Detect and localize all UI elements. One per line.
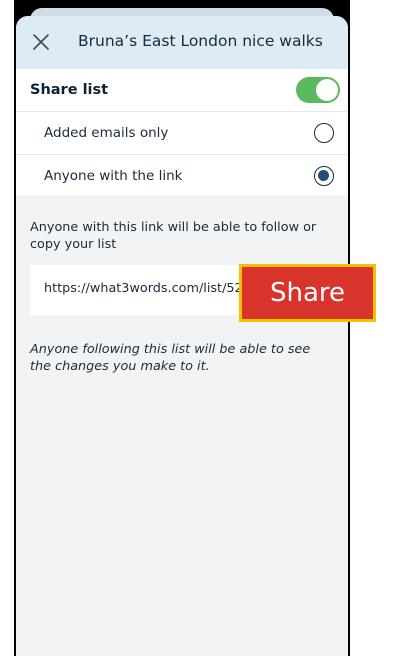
radio-anyone-with-link[interactable]	[314, 166, 334, 186]
follow-note-text: Anyone following this list will be able …	[30, 342, 311, 374]
share-link-url: https://what3words.com/list/52…	[44, 281, 242, 296]
option-added-emails[interactable]: Added emails only	[16, 112, 348, 154]
link-info-text: Anyone with this link will be able to fo…	[30, 220, 317, 252]
share-list-row: Share list	[16, 69, 348, 111]
share-button[interactable]: Share	[239, 264, 376, 322]
toggle-knob	[316, 79, 338, 101]
close-icon[interactable]	[30, 31, 52, 53]
option-anyone-with-link[interactable]: Anyone with the link	[16, 155, 348, 197]
radio-selected-dot	[318, 170, 329, 181]
share-sheet: Bruna’s East London nice walks Share lis…	[16, 16, 348, 656]
share-list-toggle[interactable]	[296, 77, 340, 103]
share-options-section: Share list Added emails only Anyone with…	[16, 69, 348, 195]
phone-frame: Bruna’s East London nice walks Share lis…	[14, 0, 350, 656]
share-list-label: Share list	[30, 82, 109, 98]
page-title: Bruna’s East London nice walks	[78, 32, 323, 50]
radio-added-emails[interactable]	[314, 123, 334, 143]
option-label: Added emails only	[44, 125, 169, 141]
option-label: Anyone with the link	[44, 168, 183, 184]
sheet-header: Bruna’s East London nice walks	[16, 16, 348, 69]
